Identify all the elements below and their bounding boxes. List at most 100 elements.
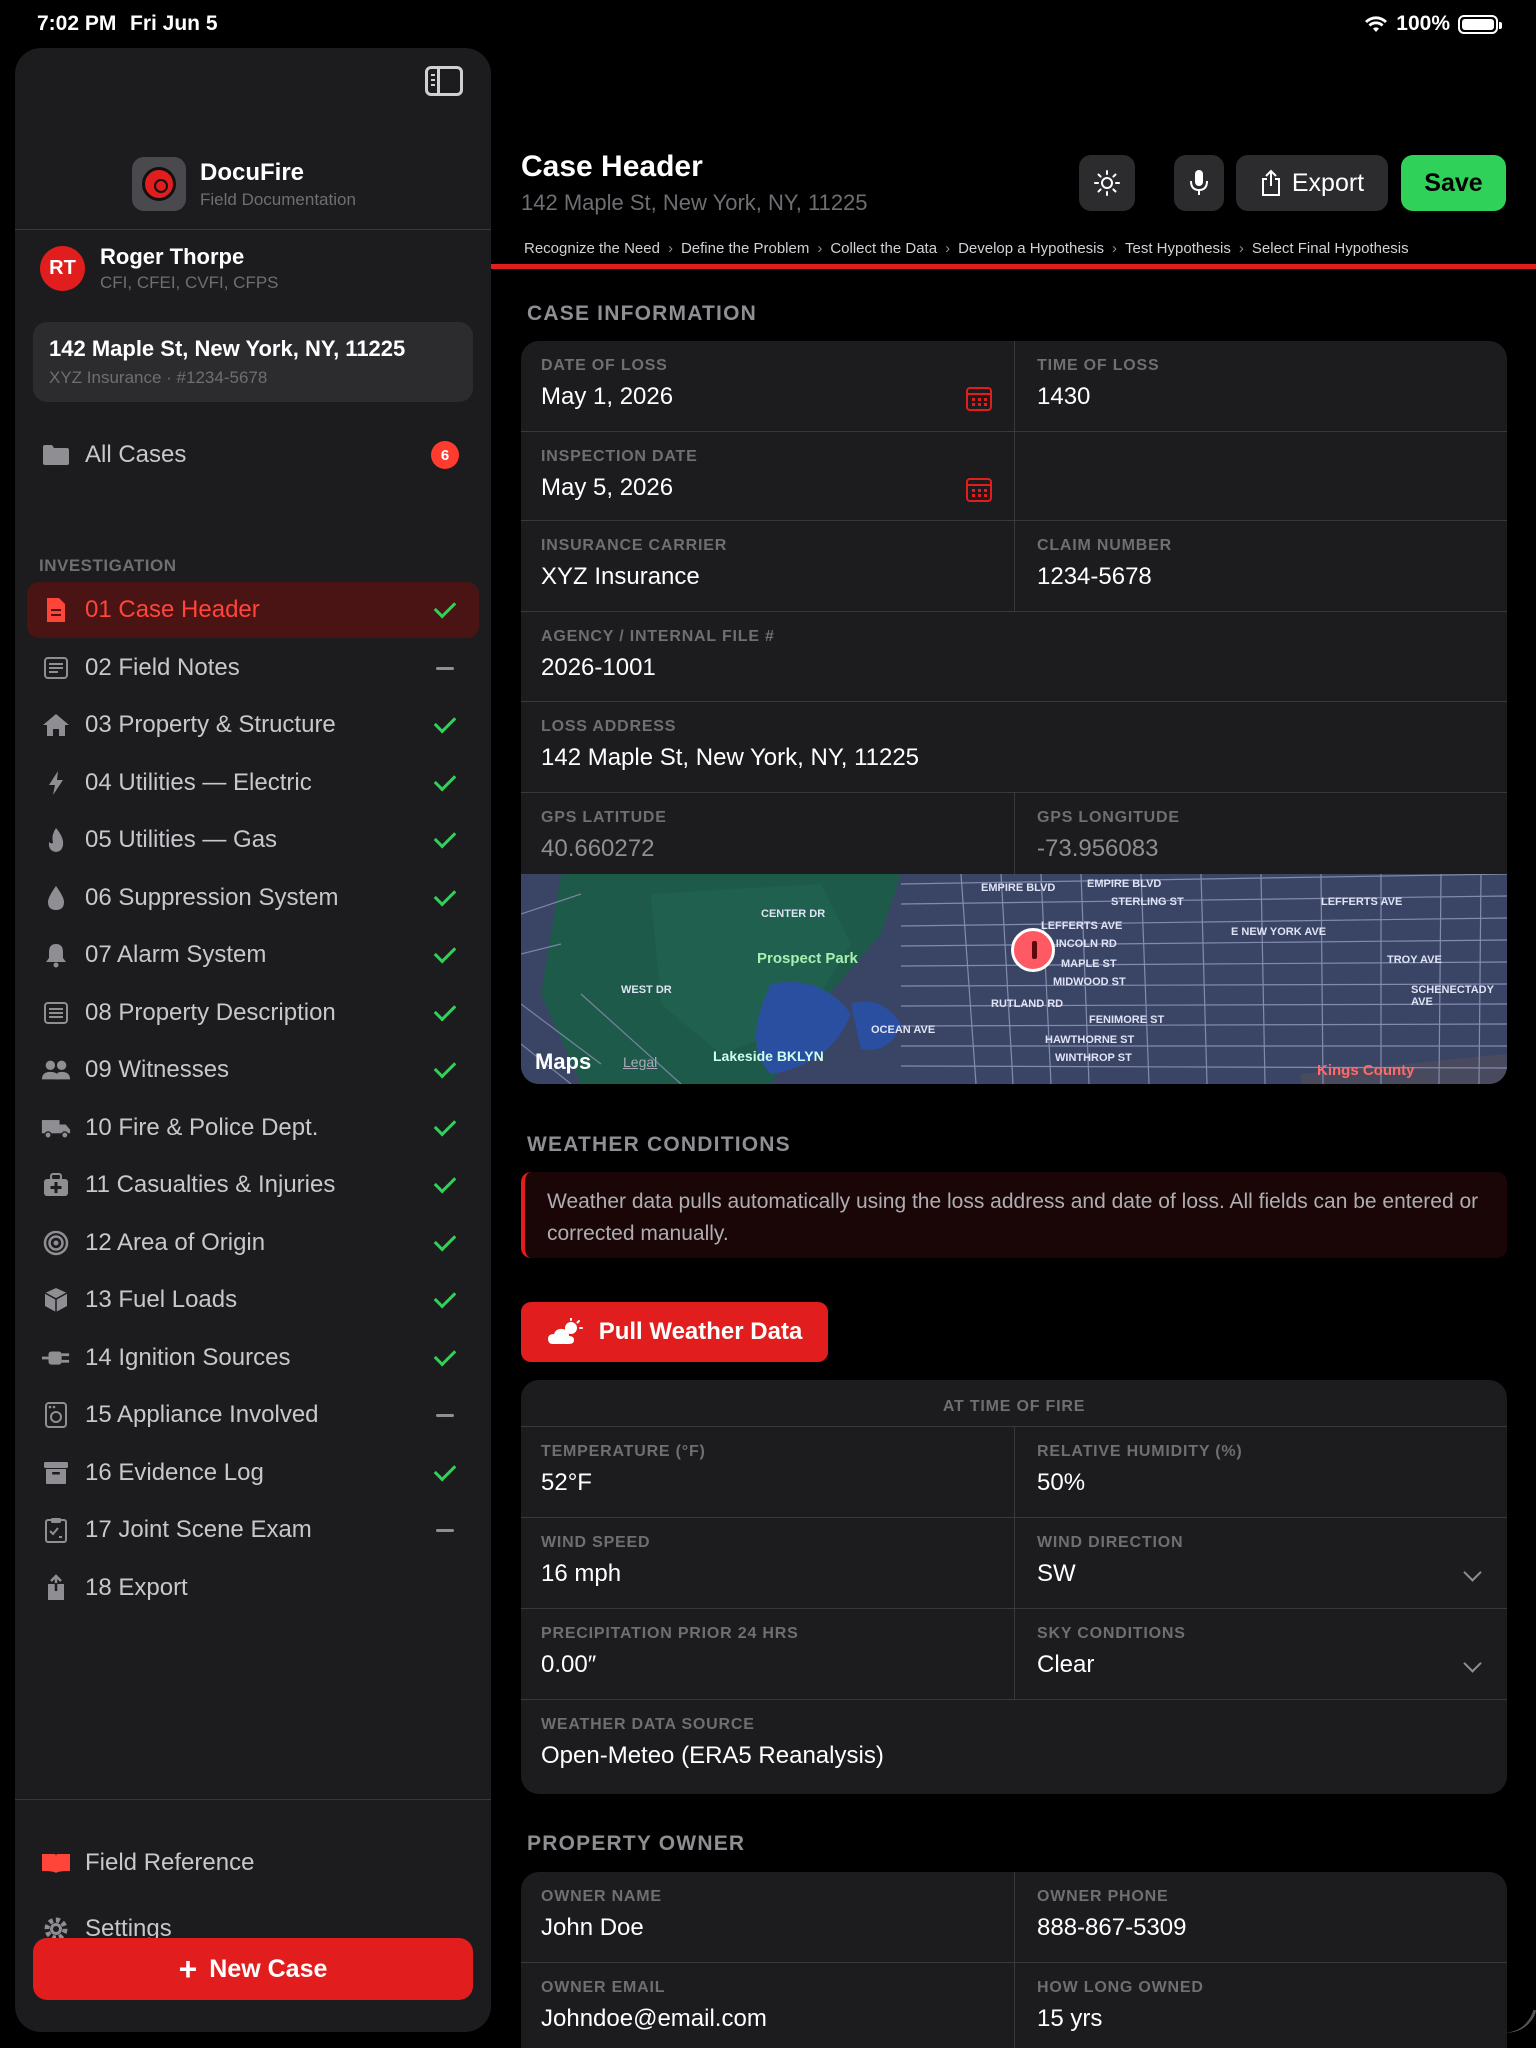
minus-icon [436,1528,454,1532]
truck-icon [41,1113,71,1143]
pull-weather-button[interactable]: Pull Weather Data [521,1302,828,1362]
map-legal-link[interactable]: Legal [623,1054,657,1070]
microphone-icon [1190,170,1208,195]
sidebar-item-label: 16 Evidence Log [85,1459,264,1486]
owner-duration-field[interactable]: HOW LONG OWNED 15 yrs [1014,1963,1507,2048]
sidebar-item-14[interactable]: 14 Ignition Sources [27,1330,479,1386]
current-case-address: 142 Maple St, New York, NY, 11225 [49,336,406,361]
breadcrumb-step[interactable]: Collect the Data [830,240,937,257]
wind-direction-select[interactable]: WIND DIRECTION SW [1014,1518,1507,1608]
location-map[interactable]: Prospect Park Lakeside BKLYN Kings Count… [521,874,1507,1084]
breadcrumb-step[interactable]: Test Hypothesis [1125,240,1231,257]
sidebar-item-3[interactable]: 03 Property & Structure [27,697,479,753]
sky-conditions-select[interactable]: SKY CONDITIONS Clear [1014,1609,1507,1699]
sidebar-item-16[interactable]: 16 Evidence Log [27,1445,479,1501]
sidebar-item-4[interactable]: 04 Utilities — Electric [27,755,479,811]
agency-file-field[interactable]: AGENCY / INTERNAL FILE # 2026-1001 [521,612,1507,701]
dictation-button[interactable] [1174,155,1224,211]
table-row: OWNER EMAIL Johndoe@email.com HOW LONG O… [521,1962,1507,2048]
export-button[interactable]: Export [1236,155,1388,211]
checkmark-icon [433,1228,457,1252]
map-label-lakeside: Lakeside BKLYN [713,1048,824,1064]
status-time: 7:02 PM [37,12,117,35]
inspection-date-field[interactable]: INSPECTION DATE May 5, 2026 [521,432,1014,520]
owner-name-field[interactable]: OWNER NAME John Doe [521,1872,1014,1962]
humidity-field[interactable]: RELATIVE HUMIDITY (%) 50% [1014,1427,1507,1517]
section-title-owner: PROPERTY OWNER [527,1832,746,1855]
battery-icon [1458,14,1502,34]
owner-email-field[interactable]: OWNER EMAIL Johndoe@email.com [521,1963,1014,2048]
bolt-icon [41,768,71,798]
sidebar-item-2[interactable]: 02 Field Notes [27,640,479,696]
sidebar-item-9[interactable]: 09 Witnesses [27,1042,479,1098]
bell-icon [41,940,71,970]
sidebar-toggle-icon[interactable] [425,66,463,96]
sidebar: DocuFire Field Documentation RT Roger Th… [15,48,491,2032]
table-row: INSURANCE CARRIER XYZ Insurance CLAIM NU… [521,520,1507,611]
target-icon [41,1228,71,1258]
sidebar-item-label: 15 Appliance Involved [85,1401,319,1428]
section-label-investigation: INVESTIGATION [39,556,177,575]
card-header: AT TIME OF FIRE [942,1398,1086,1415]
sidebar-item-all-cases[interactable]: All Cases 6 [27,427,479,483]
checkmark-icon [433,998,457,1022]
breadcrumb-step[interactable]: Define the Problem [681,240,809,257]
sidebar-item-8[interactable]: 08 Property Description [27,985,479,1041]
precipitation-field[interactable]: PRECIPITATION PRIOR 24 HRS 0.00″ [521,1609,1014,1699]
sidebar-item-12[interactable]: 12 Area of Origin [27,1215,479,1271]
location-pin-icon[interactable] [1011,928,1055,972]
sidebar-item-15[interactable]: 15 Appliance Involved [27,1387,479,1443]
breadcrumb-step[interactable]: Recognize the Need [524,240,660,257]
progress-divider [491,264,1536,269]
sidebar-item-1[interactable]: 01 Case Header [27,582,479,638]
plug-icon [41,1343,71,1373]
cube-icon [41,1285,71,1315]
calendar-icon[interactable] [966,478,992,502]
case-info-card: DATE OF LOSS May 1, 2026 TIME OF LOSS 14… [521,341,1507,1084]
gps-latitude-field: GPS LATITUDE 40.660272 [541,809,667,862]
avatar: RT [40,246,85,291]
map-label-street: LEFFERTS AVE [1321,896,1403,908]
checkmark-icon [433,940,457,964]
time-of-loss-field[interactable]: TIME OF LOSS 1430 [1014,341,1507,431]
map-label-street: TROY AVE [1387,954,1442,966]
breadcrumb-step[interactable]: Develop a Hypothesis [958,240,1104,257]
sidebar-item-17[interactable]: 17 Joint Scene Exam [27,1502,479,1558]
sidebar-item-10[interactable]: 10 Fire & Police Dept. [27,1100,479,1156]
medkit-icon [41,1170,71,1200]
sidebar-item-13[interactable]: 13 Fuel Loads [27,1272,479,1328]
theme-toggle-button[interactable] [1079,155,1135,211]
sidebar-item-6[interactable]: 06 Suppression System [27,870,479,926]
date-of-loss-field[interactable]: DATE OF LOSS May 1, 2026 [521,341,1014,431]
owner-phone-field[interactable]: OWNER PHONE 888-867-5309 [1014,1872,1507,1962]
clipboard-icon [41,1515,71,1545]
weather-source-field[interactable]: WEATHER DATA SOURCE Open-Meteo (ERA5 Rea… [521,1700,1507,1794]
table-row: TEMPERATURE (°F) 52°F RELATIVE HUMIDITY … [521,1426,1507,1517]
current-case-card[interactable]: 142 Maple St, New York, NY, 11225 XYZ In… [33,322,473,402]
weather-card: AT TIME OF FIRE TEMPERATURE (°F) 52°F RE… [521,1380,1507,1794]
loss-address-field[interactable]: LOSS ADDRESS 142 Maple St, New York, NY,… [521,702,1507,792]
empty-cell [1014,432,1507,520]
claim-number-field[interactable]: CLAIM NUMBER 1234-5678 [1014,521,1507,611]
user-name: Roger Thorpe [100,244,245,269]
sidebar-item-7[interactable]: 07 Alarm System [27,927,479,983]
checkmark-icon [433,595,457,619]
sidebar-item-label: 11 Casualties & Injuries [85,1171,336,1198]
breadcrumb-step[interactable]: Select Final Hypothesis [1252,240,1409,257]
save-button[interactable]: Save [1401,155,1506,211]
sidebar-item-18[interactable]: 18 Export [27,1560,479,1616]
wind-speed-field[interactable]: WIND SPEED 16 mph [521,1518,1014,1608]
calendar-icon[interactable] [966,387,992,411]
table-row: WIND SPEED 16 mph WIND DIRECTION SW [521,1517,1507,1608]
sidebar-item-field-reference[interactable]: Field Reference [27,1835,479,1891]
sidebar-item-label: 08 Property Description [85,999,336,1026]
new-case-button[interactable]: + New Case [33,1938,473,2000]
temperature-field[interactable]: TEMPERATURE (°F) 52°F [521,1427,1014,1517]
app-brand: DocuFire Field Documentation [132,157,356,211]
sidebar-item-11[interactable]: 11 Casualties & Injuries [27,1157,479,1213]
sidebar-item-5[interactable]: 05 Utilities — Gas [27,812,479,868]
sidebar-item-label: 04 Utilities — Electric [85,769,312,796]
user-profile[interactable]: RT Roger Thorpe CFI, CFEI, CVFI, CFPS [40,244,279,293]
map-label-street: LINCOLN RD [1049,938,1117,950]
insurance-carrier-field[interactable]: INSURANCE CARRIER XYZ Insurance [521,521,1014,611]
